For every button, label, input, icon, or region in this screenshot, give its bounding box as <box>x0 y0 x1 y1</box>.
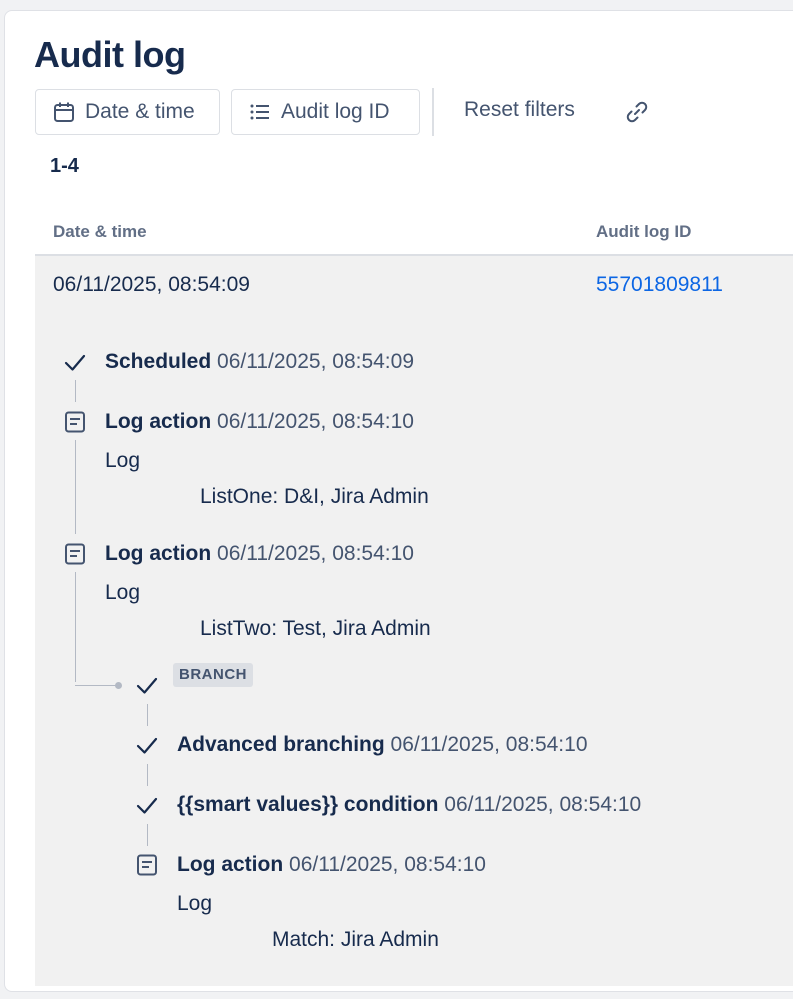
step-advanced-branching: Advanced branching 06/11/2025, 08:54:10 <box>177 733 588 757</box>
step-time: 06/11/2025, 08:54:10 <box>390 733 588 756</box>
step-label: Log action <box>105 542 212 565</box>
timeline-connector <box>147 704 148 726</box>
step-scheduled: Scheduled 06/11/2025, 08:54:09 <box>105 350 414 374</box>
result-count: 1-4 <box>50 155 79 177</box>
check-icon <box>64 354 86 371</box>
step-label: {{smart values}} condition <box>177 793 439 816</box>
log-icon <box>137 854 157 876</box>
timeline-connector <box>75 440 76 534</box>
log-icon <box>65 543 85 565</box>
timeline-connector <box>75 380 76 402</box>
toolbar-divider <box>432 88 434 136</box>
step-time: 06/11/2025, 08:54:10 <box>217 542 414 565</box>
step-time: 06/11/2025, 08:54:10 <box>289 853 486 876</box>
timeline-connector <box>147 824 148 846</box>
page-title: Audit log <box>34 34 186 75</box>
step-label: Log action <box>177 853 284 876</box>
audit-log-id-filter-button[interactable]: Audit log ID <box>231 89 420 135</box>
branch-dot <box>115 682 122 689</box>
step-log-action: Log action 06/11/2025, 08:54:10 <box>177 853 486 877</box>
log-icon <box>65 411 85 433</box>
row-date-time: 06/11/2025, 08:54:09 <box>53 273 250 296</box>
column-header-audit-log-id[interactable]: Audit log ID <box>596 222 691 242</box>
timeline-connector <box>147 764 148 786</box>
row-audit-log-id-link[interactable]: 55701809811 <box>596 273 723 297</box>
log-message: ListTwo: Test, Jira Admin <box>200 617 431 640</box>
date-time-filter-label: Date & time <box>85 100 195 123</box>
step-log-action: Log action 06/11/2025, 08:54:10 <box>105 410 414 434</box>
calendar-icon <box>54 102 74 122</box>
check-icon <box>136 797 158 814</box>
check-icon <box>136 677 158 694</box>
log-message: Match: Jira Admin <box>272 928 439 951</box>
step-label: Advanced branching <box>177 733 385 756</box>
link-icon[interactable] <box>624 99 650 125</box>
reset-filters-button[interactable]: Reset filters <box>464 98 575 122</box>
branch-connector <box>75 685 117 686</box>
log-label: Log <box>105 449 141 472</box>
step-time: 06/11/2025, 08:54:09 <box>217 350 415 373</box>
audit-log-id-filter-label: Audit log ID <box>281 100 390 123</box>
check-icon <box>136 737 158 754</box>
log-label: Log <box>105 581 141 604</box>
branch-badge: BRANCH <box>173 663 253 687</box>
log-message: ListOne: D&I, Jira Admin <box>200 485 429 508</box>
timeline-connector <box>75 572 76 682</box>
list-icon <box>250 104 269 120</box>
step-label: Log action <box>105 410 212 433</box>
step-time: 06/11/2025, 08:54:10 <box>217 410 414 433</box>
date-time-filter-button[interactable]: Date & time <box>35 89 220 135</box>
step-smart-values-condition: {{smart values}} condition 06/11/2025, 0… <box>177 793 641 817</box>
step-label: Scheduled <box>105 350 212 373</box>
log-label: Log <box>177 892 213 915</box>
step-log-action: Log action 06/11/2025, 08:54:10 <box>105 542 414 566</box>
column-header-date-time[interactable]: Date & time <box>53 222 147 242</box>
step-time: 06/11/2025, 08:54:10 <box>444 793 642 816</box>
